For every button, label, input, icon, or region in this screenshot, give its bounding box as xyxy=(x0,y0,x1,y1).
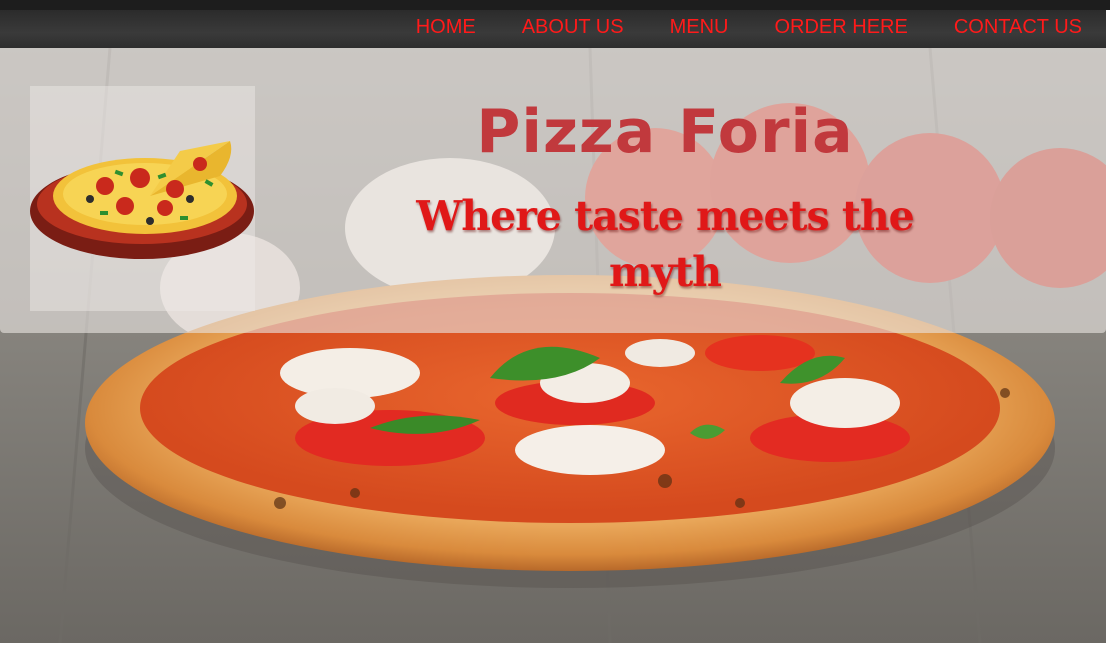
site-title: Pizza Foria xyxy=(476,97,854,167)
top-strip xyxy=(0,0,1110,10)
nav-home-link[interactable]: HOME xyxy=(416,16,476,38)
header-banner: Pizza Foria Where taste meets the myth xyxy=(0,48,1106,333)
nav-about-link[interactable]: ABOUT US xyxy=(522,16,624,38)
logo-box[interactable] xyxy=(30,86,255,311)
nav-menu-link[interactable]: MENU xyxy=(670,16,729,38)
site-tagline: Where taste meets the myth xyxy=(416,192,914,296)
nav-list: HOME ABOUT US MENU ORDER HERE CONTACT US xyxy=(370,16,1082,38)
nav-order-link[interactable]: ORDER HERE xyxy=(774,16,907,38)
page: HOME ABOUT US MENU ORDER HERE CONTACT US xyxy=(0,0,1110,659)
pizza-logo-icon xyxy=(30,141,254,259)
nav-contact-link[interactable]: CONTACT US xyxy=(954,16,1082,38)
main-navbar: HOME ABOUT US MENU ORDER HERE CONTACT US xyxy=(0,10,1106,48)
